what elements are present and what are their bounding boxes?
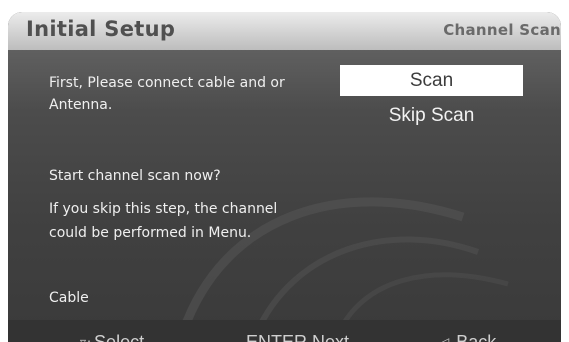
left-arrow-icon: ◁ — [440, 335, 450, 342]
signal-source-label: Cable — [49, 290, 89, 306]
connect-instruction: First, Please connect cable and or Anten… — [49, 75, 285, 113]
back-hint: ◁ Back — [440, 332, 496, 342]
up-down-arrows-icon: ▿▵ — [80, 335, 93, 342]
select-hint: ▿▵ Select — [80, 332, 144, 342]
screen-title: Initial Setup — [26, 17, 176, 41]
skip-note: If you skip this step, the channel could… — [49, 201, 278, 241]
enter-hint: ENTER Next — [246, 332, 349, 342]
setup-dialog: Initial Setup Channel Scan First, Please… — [8, 12, 561, 342]
footer-bar: ▿▵ Select ENTER Next ◁ Back — [8, 320, 561, 342]
next-label: Next — [312, 332, 350, 342]
title-bar: Initial Setup Channel Scan — [8, 12, 561, 50]
scan-prompt: Start channel scan now? — [49, 168, 221, 184]
enter-key-label: ENTER — [246, 332, 308, 342]
scan-option[interactable]: Scan — [340, 65, 523, 96]
skip-scan-option[interactable]: Skip Scan — [340, 100, 523, 131]
section-label: Channel Scan — [443, 21, 561, 39]
